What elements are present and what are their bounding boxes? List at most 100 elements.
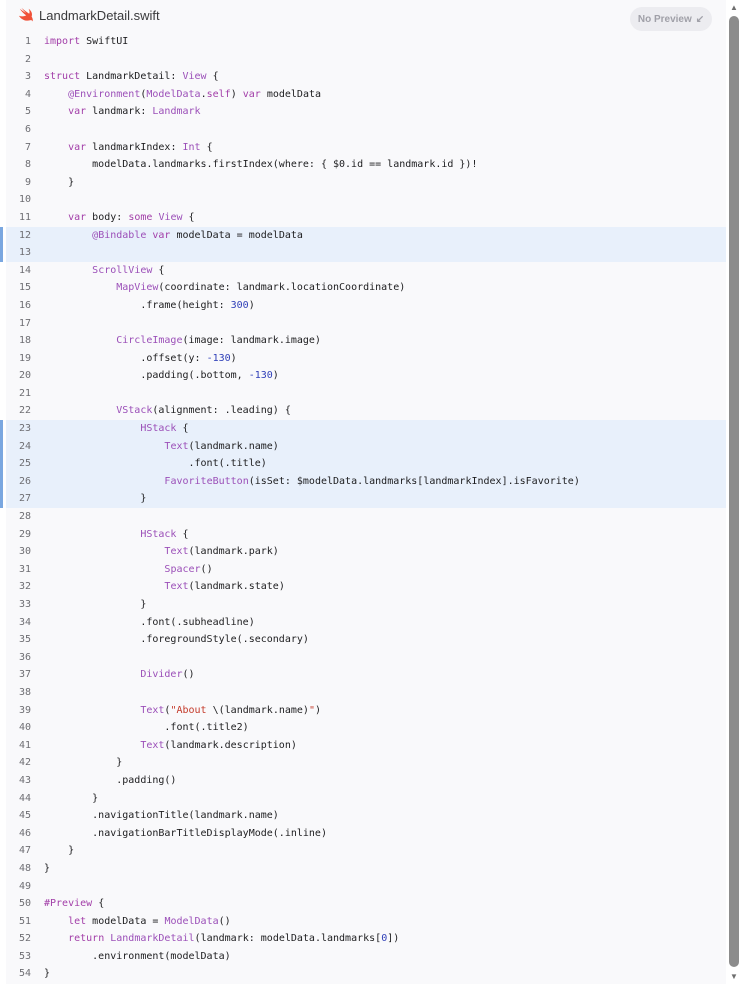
code-text: } xyxy=(44,968,51,980)
line-number: 20 xyxy=(18,370,31,382)
code-line[interactable]: 44 } xyxy=(6,790,726,808)
code-line[interactable]: 4 @Environment(ModelData.self) var model… xyxy=(6,86,726,104)
code-text: return LandmarkDetail(landmark: modelDat… xyxy=(68,933,400,945)
line-number: 37 xyxy=(18,669,31,681)
code-text: Text(landmark.description) xyxy=(140,739,297,751)
code-line[interactable]: 7 var landmarkIndex: Int { xyxy=(6,139,726,157)
code-line[interactable]: 26 FavoriteButton(isSet: $modelData.land… xyxy=(0,472,726,491)
line-number: 24 xyxy=(18,440,31,452)
line-number: 29 xyxy=(18,528,31,540)
code-line[interactable]: 23 HStack { xyxy=(0,420,726,438)
line-number: 26 xyxy=(18,475,31,487)
code-line[interactable]: 15 MapView(coordinate: landmark.location… xyxy=(6,279,726,297)
code-line[interactable]: 38 xyxy=(6,684,726,702)
code-line[interactable]: 24 Text(landmark.name) xyxy=(0,437,726,456)
code-line[interactable]: 27 } xyxy=(0,490,726,509)
line-number: 23 xyxy=(18,423,31,435)
line-number: 51 xyxy=(18,915,31,927)
code-line[interactable]: 21 xyxy=(6,385,726,403)
code-line[interactable]: 5 var landmark: Landmark xyxy=(6,103,726,121)
code-line[interactable]: 49 xyxy=(6,878,726,896)
no-preview-button[interactable]: No Preview ↙ xyxy=(630,7,712,31)
code-text: HStack { xyxy=(140,528,189,540)
code-line[interactable]: 9 } xyxy=(6,174,726,192)
code-line[interactable]: 47 } xyxy=(6,842,726,860)
code-line[interactable]: 29 HStack { xyxy=(6,526,726,544)
code-line[interactable]: 1 import SwiftUI xyxy=(6,33,726,51)
code-line[interactable]: 50 #Preview { xyxy=(6,895,726,913)
code-line[interactable]: 46 .navigationBarTitleDisplayMode(.inlin… xyxy=(6,825,726,843)
code-line[interactable]: 3 struct LandmarkDetail: View { xyxy=(6,68,726,86)
line-number: 46 xyxy=(18,827,31,839)
code-line[interactable]: 19 .offset(y: -130) xyxy=(6,350,726,368)
code-text: Text("About \(landmark.name)") xyxy=(140,704,321,716)
line-number: 18 xyxy=(18,335,31,347)
code-line[interactable]: 18 CircleImage(image: landmark.image) xyxy=(6,332,726,350)
code-line[interactable]: 13 xyxy=(0,244,726,262)
code-text: var body: some View { xyxy=(68,211,195,223)
code-editor[interactable]: 1 import SwiftUI 2 3 struct LandmarkDetail: … xyxy=(0,33,726,983)
code-line[interactable]: 2 xyxy=(6,51,726,69)
line-number: 48 xyxy=(18,862,31,874)
code-line[interactable]: 54} xyxy=(6,965,726,983)
vertical-scrollbar[interactable]: ▲ ▼ xyxy=(728,0,740,984)
scroll-down-arrow-icon[interactable]: ▼ xyxy=(729,972,739,982)
code-line[interactable]: 53 .environment(modelData) xyxy=(6,948,726,966)
line-number: 21 xyxy=(18,387,31,399)
line-number: 7 xyxy=(24,141,31,153)
code-line[interactable]: 40 .font(.title2) xyxy=(6,719,726,737)
code-text: } xyxy=(44,862,51,874)
code-text: MapView(coordinate: landmark.locationCoo… xyxy=(116,282,406,294)
file-name: LandmarkDetail.swift xyxy=(39,8,160,23)
code-line[interactable]: 43 .padding() xyxy=(6,772,726,790)
code-line[interactable]: 31 Spacer() xyxy=(6,561,726,579)
code-line[interactable]: 42 } xyxy=(6,754,726,772)
arrow-down-left-icon: ↙ xyxy=(695,13,705,25)
code-line[interactable]: 20 .padding(.bottom, -130) xyxy=(6,367,726,385)
line-number: 6 xyxy=(24,123,31,135)
code-text: } xyxy=(44,757,123,769)
code-line[interactable]: 28 xyxy=(6,508,726,526)
code-line[interactable]: 48} xyxy=(6,860,726,878)
code-line[interactable]: 14 ScrollView { xyxy=(6,262,726,280)
code-line[interactable]: 30 Text(landmark.park) xyxy=(6,543,726,561)
code-line[interactable]: 39 Text("About \(landmark.name)") xyxy=(6,702,726,720)
code-line[interactable]: 25 .font(.title) xyxy=(0,455,726,473)
line-number: 19 xyxy=(18,352,31,364)
code-line[interactable]: 45 .navigationTitle(landmark.name) xyxy=(6,807,726,825)
code-line[interactable]: 34 .font(.subheadline) xyxy=(6,614,726,632)
code-line[interactable]: 33 } xyxy=(6,596,726,614)
code-line[interactable]: 11 var body: some View { xyxy=(6,209,726,227)
code-text: HStack { xyxy=(140,423,189,435)
code-text: modelData.landmarks.firstIndex(where: { … xyxy=(44,159,478,171)
code-line[interactable]: 37 Divider() xyxy=(6,666,726,684)
code-line[interactable]: 51 let modelData = ModelData() xyxy=(6,913,726,931)
line-number: 16 xyxy=(18,299,31,311)
line-number: 50 xyxy=(18,898,31,910)
scrollbar-thumb[interactable] xyxy=(729,16,739,967)
code-text: ScrollView { xyxy=(92,264,165,276)
code-line[interactable]: 35 .foregroundStyle(.secondary) xyxy=(6,631,726,649)
code-line[interactable]: 17 xyxy=(6,315,726,333)
line-number: 40 xyxy=(18,722,31,734)
line-number: 38 xyxy=(18,686,31,698)
code-line[interactable]: 8 modelData.landmarks.firstIndex(where: … xyxy=(6,156,726,174)
code-line[interactable]: 22 VStack(alignment: .leading) { xyxy=(6,402,726,420)
code-line[interactable]: 41 Text(landmark.description) xyxy=(6,737,726,755)
code-line[interactable]: 16 .frame(height: 300) xyxy=(6,297,726,315)
code-line[interactable]: 10 xyxy=(6,191,726,209)
code-text: #Preview { xyxy=(44,898,105,910)
scroll-up-arrow-icon[interactable]: ▲ xyxy=(729,3,739,13)
line-number: 1 xyxy=(24,36,31,47)
code-text: .environment(modelData) xyxy=(44,950,231,962)
code-line[interactable]: 36 xyxy=(6,649,726,667)
code-text: Text(landmark.state) xyxy=(164,581,285,593)
line-number: 41 xyxy=(18,739,31,751)
line-number: 2 xyxy=(24,53,31,65)
code-line[interactable]: 12 @Bindable var modelData = modelData xyxy=(0,226,726,245)
line-number: 42 xyxy=(18,757,31,769)
code-line[interactable]: 52 return LandmarkDetail(landmark: model… xyxy=(6,930,726,948)
line-number: 25 xyxy=(18,458,31,470)
code-line[interactable]: 6 xyxy=(6,121,726,139)
code-line[interactable]: 32 Text(landmark.state) xyxy=(6,578,726,596)
